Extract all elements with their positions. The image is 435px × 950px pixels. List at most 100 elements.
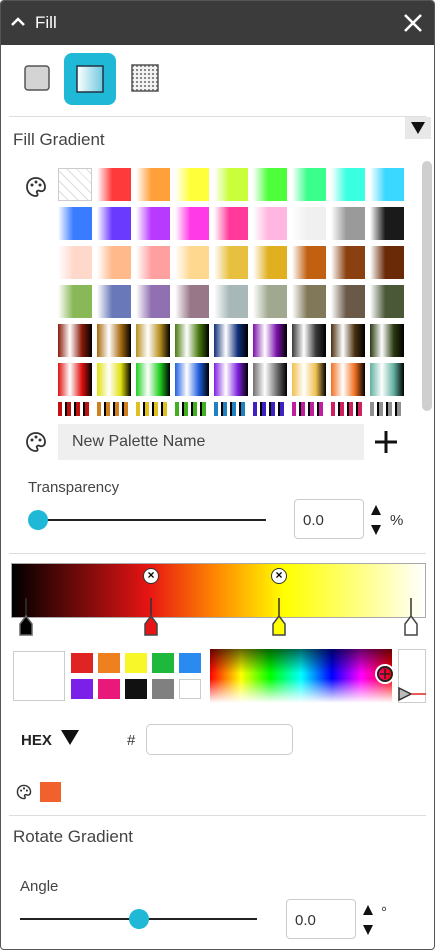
gradient-preset-swatch[interactable]: [214, 207, 248, 240]
gradient-preset-swatch[interactable]: [331, 207, 365, 240]
gradient-preset-swatch[interactable]: [214, 324, 248, 357]
gradient-preset-swatch[interactable]: [58, 207, 92, 240]
angle-slider-knob[interactable]: [128, 909, 149, 929]
collapse-caret-icon[interactable]: [9, 13, 27, 31]
gradient-preset-swatch[interactable]: [175, 285, 209, 318]
gradient-stop-handle[interactable]: [403, 598, 419, 636]
gradient-preset-swatch[interactable]: [58, 402, 92, 416]
gradient-preset-swatch[interactable]: [331, 285, 365, 318]
gradient-preset-swatch[interactable]: [331, 168, 365, 201]
gradient-preset-swatch[interactable]: [292, 207, 326, 240]
gradient-preset-swatch[interactable]: [214, 168, 248, 201]
gradient-preset-swatch[interactable]: [253, 402, 287, 416]
gradient-preset-swatch[interactable]: [370, 168, 404, 201]
quick-color-swatch[interactable]: [98, 679, 120, 699]
quick-color-swatch[interactable]: [179, 679, 201, 699]
gradient-preset-swatch[interactable]: [97, 168, 131, 201]
gradient-preset-swatch[interactable]: [97, 285, 131, 318]
gradient-preset-swatch[interactable]: [253, 168, 287, 201]
gradient-preset-swatch[interactable]: [175, 207, 209, 240]
gradient-preset-swatch[interactable]: [292, 324, 326, 357]
gradient-preset-swatch[interactable]: [136, 285, 170, 318]
gradient-stop-handle[interactable]: [18, 598, 34, 636]
gradient-stop-handle[interactable]: [143, 598, 159, 636]
angle-input[interactable]: 0.0: [286, 899, 356, 939]
gradient-preset-swatch[interactable]: [175, 363, 209, 396]
gradient-preset-swatch[interactable]: [175, 168, 209, 201]
gradient-preset-swatch[interactable]: [292, 285, 326, 318]
gradient-preset-swatch[interactable]: [175, 402, 209, 416]
gradient-menu-button[interactable]: [405, 117, 431, 139]
palette-icon[interactable]: [16, 784, 32, 800]
lightness-pointer-icon[interactable]: [397, 686, 427, 702]
gradient-preset-swatch[interactable]: [292, 402, 326, 416]
gradient-preview-bar[interactable]: [11, 563, 426, 618]
gradient-preset-swatch[interactable]: [136, 207, 170, 240]
gradient-preset-swatch[interactable]: [58, 324, 92, 357]
gradient-preset-swatch[interactable]: [370, 324, 404, 357]
close-icon[interactable]: [400, 10, 426, 36]
quick-color-swatch[interactable]: [179, 653, 201, 673]
quick-color-swatch[interactable]: [71, 653, 93, 673]
color-picker-cursor-icon[interactable]: [374, 663, 396, 685]
pattern-fill-button[interactable]: [124, 56, 166, 100]
gradient-preset-swatch[interactable]: [136, 363, 170, 396]
transparency-spinner-icon[interactable]: [370, 502, 382, 538]
gradient-preset-swatch[interactable]: [97, 207, 131, 240]
gradient-preset-swatch[interactable]: [292, 246, 326, 279]
gradient-preset-swatch[interactable]: [175, 324, 209, 357]
gradient-preset-swatch[interactable]: [253, 207, 287, 240]
current-color-swatch[interactable]: [40, 782, 61, 802]
color-mode-label[interactable]: HEX: [21, 732, 52, 749]
gradient-preset-swatch[interactable]: [97, 246, 131, 279]
scrollbar[interactable]: [422, 161, 432, 411]
gradient-preset-swatch[interactable]: [253, 324, 287, 357]
hex-input[interactable]: [146, 724, 293, 755]
quick-color-swatch[interactable]: [152, 679, 174, 699]
gradient-preset-swatch[interactable]: [331, 246, 365, 279]
remove-stop-icon[interactable]: ×: [271, 568, 287, 584]
palette-icon[interactable]: [25, 431, 47, 453]
angle-spinner-icon[interactable]: [362, 902, 374, 938]
gradient-preset-swatch[interactable]: [292, 363, 326, 396]
gradient-preset-swatch[interactable]: [136, 324, 170, 357]
gradient-preset-swatch[interactable]: [97, 324, 131, 357]
gradient-preset-swatch[interactable]: [253, 285, 287, 318]
gradient-preset-swatch[interactable]: [136, 168, 170, 201]
gradient-preset-swatch[interactable]: [97, 402, 131, 416]
gradient-preset-swatch[interactable]: [370, 246, 404, 279]
gradient-preset-swatch[interactable]: [58, 246, 92, 279]
gradient-preset-swatch[interactable]: [292, 168, 326, 201]
gradient-preset-swatch[interactable]: [331, 363, 365, 396]
transparency-slider-knob[interactable]: [28, 510, 48, 530]
gradient-preset-swatch[interactable]: [136, 246, 170, 279]
add-palette-icon[interactable]: [374, 430, 398, 454]
quick-color-swatch[interactable]: [152, 653, 174, 673]
gradient-preset-swatch[interactable]: [331, 324, 365, 357]
gradient-preset-swatch[interactable]: [370, 285, 404, 318]
quick-color-swatch[interactable]: [98, 653, 120, 673]
gradient-preset-swatch[interactable]: [214, 363, 248, 396]
gradient-preset-swatch[interactable]: [253, 246, 287, 279]
gradient-preset-swatch[interactable]: [214, 285, 248, 318]
gradient-preset-swatch[interactable]: [370, 363, 404, 396]
transparency-input[interactable]: 0.0: [294, 499, 364, 539]
gradient-preset-swatch[interactable]: [97, 363, 131, 396]
triangle-down-icon[interactable]: [61, 730, 79, 745]
solid-fill-button[interactable]: [16, 56, 58, 100]
transparency-slider-track[interactable]: [38, 519, 266, 521]
gradient-preset-swatch[interactable]: [58, 285, 92, 318]
gradient-preset-swatch[interactable]: [331, 402, 365, 416]
quick-color-swatch[interactable]: [125, 679, 147, 699]
gradient-preset-swatch[interactable]: [214, 402, 248, 416]
gradient-preset-swatch[interactable]: [58, 168, 92, 201]
gradient-preset-swatch[interactable]: [214, 246, 248, 279]
gradient-stop-handle[interactable]: [271, 598, 287, 636]
palette-icon[interactable]: [25, 176, 47, 198]
gradient-preset-swatch[interactable]: [370, 402, 404, 416]
gradient-fill-button[interactable]: [64, 53, 116, 105]
gradient-preset-swatch[interactable]: [136, 402, 170, 416]
quick-color-swatch[interactable]: [71, 679, 93, 699]
remove-stop-icon[interactable]: ×: [143, 568, 159, 584]
quick-color-swatch[interactable]: [125, 653, 147, 673]
